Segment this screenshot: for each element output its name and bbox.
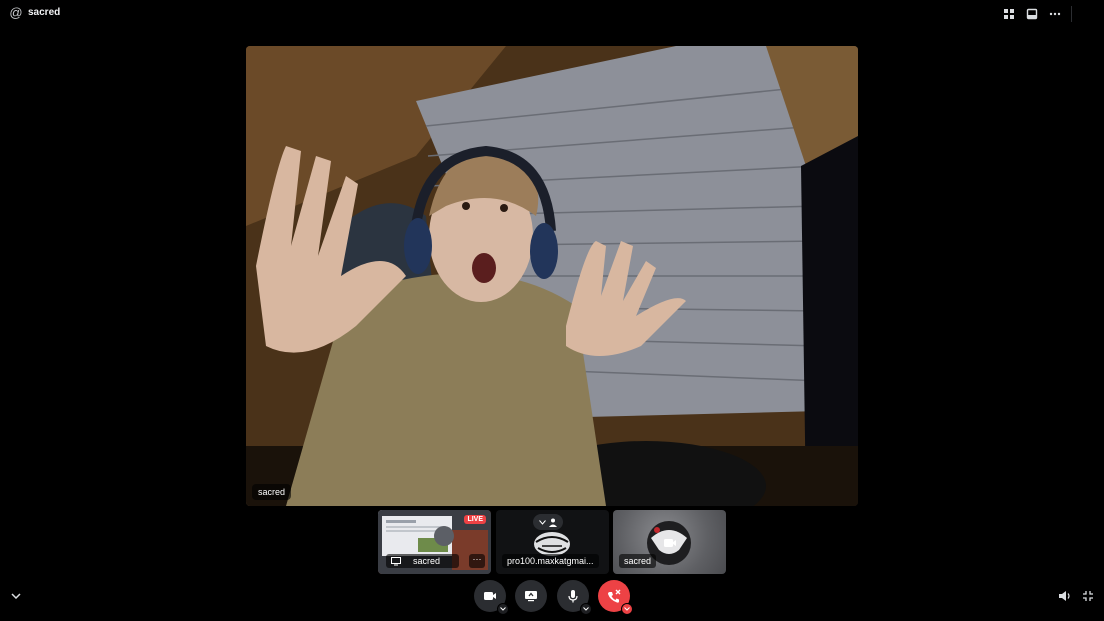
tile-label: sacred (619, 554, 657, 568)
grid-layout-icon[interactable] (1001, 6, 1017, 22)
call-controls (0, 580, 1104, 615)
disconnect-button[interactable] (598, 580, 633, 615)
screen-share-button[interactable] (515, 580, 547, 612)
at-icon: @ (9, 5, 23, 20)
live-badge: LIVE (464, 515, 486, 524)
main-video-stage[interactable]: sacred (246, 46, 858, 506)
inbox-icon[interactable] (1024, 6, 1040, 22)
disconnect-icon (608, 589, 621, 603)
chevron-down-icon (538, 519, 546, 525)
participant-name-tag: sacred (252, 484, 292, 500)
more-icon[interactable] (1047, 6, 1063, 22)
video-off-icon (663, 536, 677, 548)
tile-label: sacred (386, 554, 460, 568)
volume-icon[interactable] (1057, 588, 1073, 604)
camera-options-button[interactable] (497, 603, 509, 615)
collapse-chevron-icon[interactable] (8, 588, 24, 604)
microphone-options-button[interactable] (580, 603, 592, 615)
tile-stream-sacred[interactable]: LIVE sacred ··· (378, 510, 491, 574)
camera-icon (484, 592, 496, 600)
chevron-down-icon (500, 607, 506, 611)
top-bar: @ sacred (0, 0, 1104, 28)
tile-more-button[interactable]: ··· (469, 554, 485, 568)
microphone-icon (568, 590, 578, 603)
video-feed (246, 46, 858, 506)
user-icon (548, 518, 557, 527)
chevron-down-icon (583, 607, 589, 611)
tile-pro100[interactable]: pro100.maxkatgmai... (496, 510, 609, 574)
tile-label: pro100.maxkatgmai... (502, 554, 599, 568)
chevron-down-icon (624, 607, 630, 611)
microphone-button[interactable] (557, 580, 592, 615)
screen-share-icon (391, 556, 401, 565)
exit-fullscreen-icon[interactable] (1080, 588, 1096, 604)
tile-camera-sacred[interactable]: sacred (613, 510, 726, 574)
screen-share-icon (525, 591, 537, 602)
camera-button[interactable] (474, 580, 509, 615)
channel-title: sacred (28, 7, 61, 18)
header-divider (1071, 6, 1072, 22)
disconnect-options-button[interactable] (621, 603, 633, 615)
